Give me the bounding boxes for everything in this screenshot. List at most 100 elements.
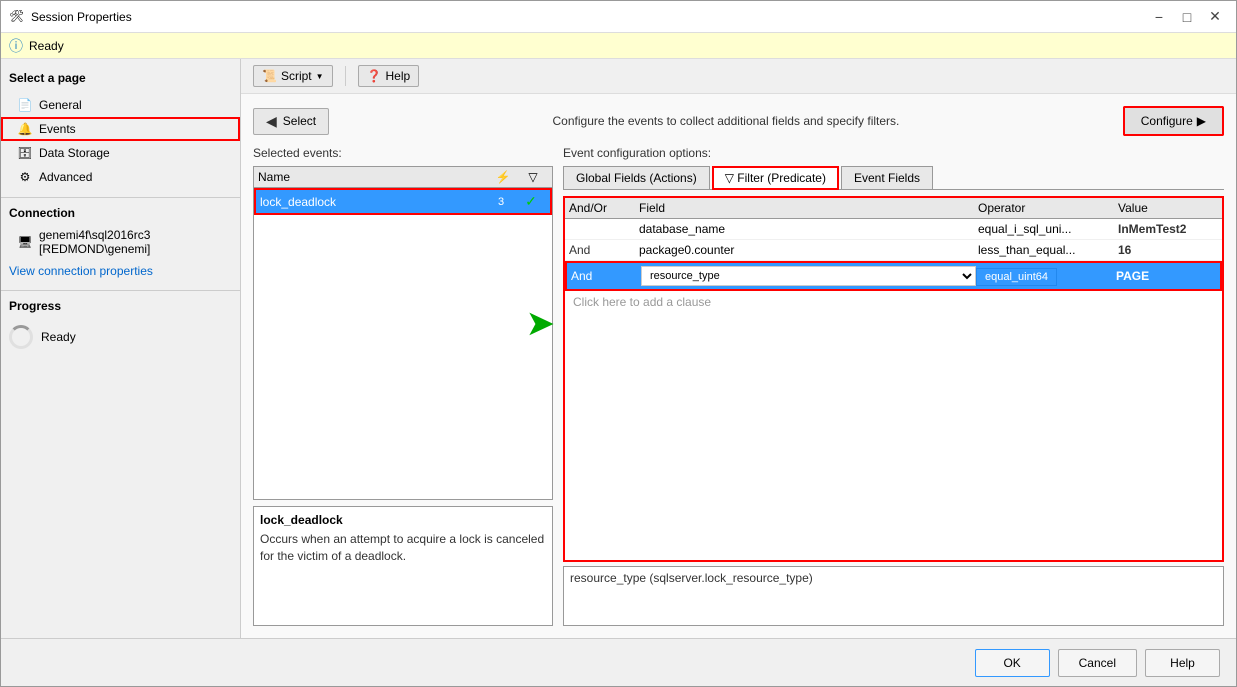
fr1-field-container: database_name [639,222,978,236]
connection-info: 🖥 genemi4f\sql2016rc3 [REDMOND\genemi] [1,224,240,260]
events-icon: 🔔 [17,121,33,137]
resource-type-text: resource_type (sqlserver.lock_resource_t… [570,571,813,585]
bottom-bar: OK Cancel Help [1,638,1236,686]
data-storage-icon: 🗄 [17,145,33,161]
minimize-button[interactable]: − [1146,7,1172,27]
tab-global-fields-label: Global Fields (Actions) [576,171,697,185]
fr3-value: PAGE [1116,269,1216,283]
fr1-value: InMemTest2 [1118,222,1218,236]
progress-header: Progress [1,290,240,317]
progress-section: Ready [1,317,240,360]
fr2-value: 16 [1118,243,1218,257]
sidebar-item-label: Events [39,122,76,136]
event-check: ✓ [516,193,546,210]
configure-label: Configure [1141,114,1193,128]
filter-row-3[interactable]: And resource_type equal_uint64 [565,261,1222,291]
filter-table: And/Or Field Operator Value database [563,196,1224,562]
filter-icon: ▽ [725,171,738,185]
spinner-icon [9,325,33,349]
green-arrow-icon: ➤ [527,304,554,342]
fr2-operator: less_than_equal... [978,243,1075,257]
sidebar-item-events[interactable]: 🔔 Events [1,117,240,141]
fr3-field-container: resource_type [641,266,976,286]
general-icon: 📄 [17,97,33,113]
right-panel: 📜 Script ▼ ❓ Help ◀ Select [241,59,1236,638]
selected-events-label: Selected events: [253,146,553,160]
status-text: Ready [29,39,64,53]
tab-event-fields-label: Event Fields [854,171,920,185]
col-value-header: Value [1118,201,1218,215]
help-button-footer[interactable]: Help [1145,649,1220,677]
sidebar-item-advanced[interactable]: ⚙ Advanced [1,165,240,189]
event-count: 3 [486,196,516,208]
filter-row-2[interactable]: And package0.counter less_than_equal... … [565,240,1222,261]
desc-text: Occurs when an attempt to acquire a lock… [260,531,546,565]
progress-status: Ready [41,330,76,344]
event-name: lock_deadlock [260,195,486,209]
filter-row-1[interactable]: database_name equal_i_sql_uni... InMemTe… [565,219,1222,240]
tab-event-fields[interactable]: Event Fields [841,166,933,189]
filter-table-header: And/Or Field Operator Value [565,198,1222,219]
lock-deadlock-row[interactable]: lock_deadlock 3 ✓ [254,188,552,215]
event-config-label: Event configuration options: [563,146,1224,160]
toolbar-separator [345,66,346,86]
col-filter-header: ▽ [518,170,548,184]
help-button[interactable]: ❓ Help [358,65,420,87]
cancel-button[interactable]: Cancel [1058,649,1137,677]
sidebar-item-label: Data Storage [39,146,110,160]
col-andor-header: And/Or [569,201,639,215]
configure-description: Configure the events to collect addition… [329,114,1123,128]
fr2-operator-container: less_than_equal... [978,243,1118,257]
fr1-operator: equal_i_sql_uni... [978,222,1071,236]
progress-spinner: Ready [9,325,76,349]
fr3-field-select[interactable]: resource_type [641,266,976,286]
events-table-header: Name ⚡ ▽ [254,167,552,188]
view-connection-link[interactable]: View connection properties [1,260,240,282]
resource-type-box: resource_type (sqlserver.lock_resource_t… [563,566,1224,626]
toolbar: 📜 Script ▼ ❓ Help [241,59,1236,94]
events-pane: Selected events: Name ⚡ ▽ lock_deadlock … [253,146,553,626]
col-operator-header: Operator [978,201,1118,215]
tab-global-fields[interactable]: Global Fields (Actions) [563,166,710,189]
tab-bar: Global Fields (Actions) ▽ Filter (Predic… [563,166,1224,190]
desc-title: lock_deadlock [260,513,546,527]
maximize-button[interactable]: □ [1174,7,1200,27]
filter-pane: Event configuration options: Global Fiel… [563,146,1224,626]
status-icon: ⓘ [9,36,23,56]
tab-filter-predicate[interactable]: ▽ Filter (Predicate) [712,166,839,190]
main-content: Select a page 📄 General 🔔 Events 🗄 Data … [1,59,1236,638]
select-button[interactable]: ◀ Select [253,108,329,135]
content-area: ◀ Select Configure the events to collect… [241,94,1236,638]
fr3-operator: equal_uint64 [976,268,1057,286]
connection-header: Connection [1,197,240,224]
advanced-icon: ⚙ [17,169,33,185]
titlebar: 🛠 Session Properties − □ ✕ [1,1,1236,33]
script-dropdown-arrow: ▼ [316,72,324,81]
configure-row: ◀ Select Configure the events to collect… [253,106,1224,136]
fr1-operator-container: equal_i_sql_uni... [978,222,1118,236]
tab-filter-label: Filter (Predicate) [737,171,826,185]
help-icon: ❓ [367,69,382,83]
connection-server: genemi4f\sql2016rc3 [REDMOND\genemi] [39,228,150,256]
col-name-header: Name [258,170,488,184]
sidebar-item-data-storage[interactable]: 🗄 Data Storage [1,141,240,165]
click-to-add[interactable]: Click here to add a clause [565,291,1222,313]
sidebar-item-general[interactable]: 📄 General [1,93,240,117]
sidebar-item-label: General [39,98,82,112]
ok-button[interactable]: OK [975,649,1050,677]
col-lightning-header: ⚡ [488,170,518,184]
select-page-title: Select a page [1,67,240,93]
fr2-field-container: package0.counter [639,243,978,257]
server-icon: 🖥 [17,234,33,250]
help-label: Help [386,69,411,83]
close-button[interactable]: ✕ [1202,7,1228,27]
script-button[interactable]: 📜 Script ▼ [253,65,333,87]
script-label: Script [281,69,312,83]
two-pane: Selected events: Name ⚡ ▽ lock_deadlock … [253,146,1224,626]
window-icon: 🛠 [9,9,25,25]
configure-button[interactable]: Configure ▶ [1123,106,1224,136]
fr3-andor: And [571,269,641,283]
description-box: lock_deadlock Occurs when an attempt to … [253,506,553,626]
script-icon: 📜 [262,69,277,83]
back-arrow-icon: ◀ [266,113,277,130]
